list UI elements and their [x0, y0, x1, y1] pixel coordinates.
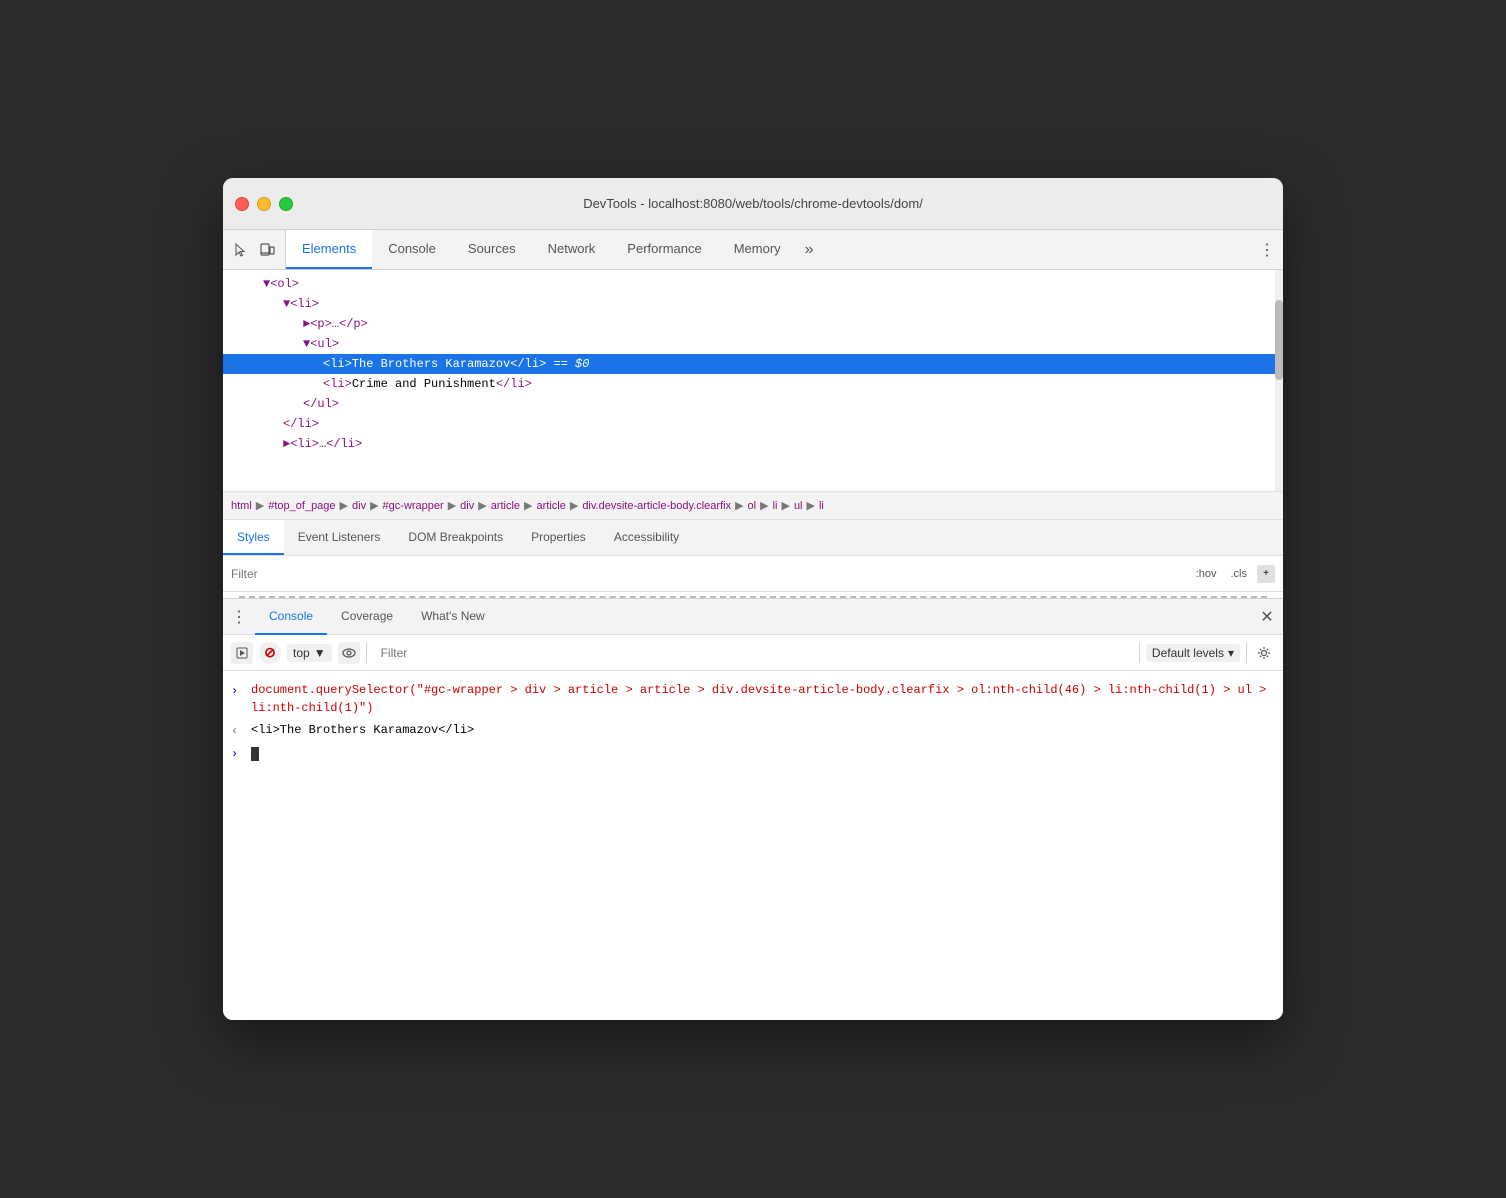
console-panel: ⋮ Console Coverage What's New ✕ [223, 598, 1283, 1020]
bc-gc-wrapper[interactable]: #gc-wrapper [383, 500, 444, 512]
main-toolbar: Elements Console Sources Network Perform… [223, 230, 1283, 270]
filter-bar: :hov .cls + [223, 556, 1283, 592]
console-input-code: document.querySelector("#gc-wrapper > di… [251, 681, 1275, 717]
bc-ul[interactable]: ul [794, 500, 803, 512]
console-entry-input: › document.querySelector("#gc-wrapper > … [223, 679, 1283, 719]
log-levels-button[interactable]: Default levels ▾ [1146, 644, 1240, 662]
tab-console[interactable]: Console [372, 230, 452, 269]
tab-properties[interactable]: Properties [517, 520, 600, 555]
dom-line[interactable]: <li>Crime and Punishment</li> [223, 374, 1283, 394]
console-input-arrow: › [231, 682, 245, 700]
maximize-button[interactable] [279, 197, 293, 211]
console-prompt-arrow: › [231, 745, 245, 763]
console-toolbar: ⋮ Console Coverage What's New ✕ [223, 599, 1283, 635]
dom-line[interactable]: </li> [223, 414, 1283, 434]
clear-console-button[interactable]: ⊘ [259, 642, 281, 664]
tab-network[interactable]: Network [532, 230, 612, 269]
bc-article2[interactable]: article [537, 500, 566, 512]
tab-styles[interactable]: Styles [223, 520, 284, 555]
minimize-button[interactable] [257, 197, 271, 211]
toolbar-icons [223, 230, 286, 269]
console-output-code: <li>The Brothers Karamazov</li> [251, 721, 474, 739]
dom-scrollbar[interactable] [1275, 270, 1283, 491]
console-tab-coverage[interactable]: Coverage [327, 599, 407, 635]
traffic-lights [235, 197, 293, 211]
devtools-panel: Elements Console Sources Network Perform… [223, 230, 1283, 1020]
separator3 [1246, 643, 1247, 663]
styles-filter-input[interactable] [231, 567, 1184, 581]
tab-event-listeners[interactable]: Event Listeners [284, 520, 395, 555]
dom-line[interactable]: ►<p>…</p> [223, 314, 1283, 334]
panel-tabs: Styles Event Listeners DOM Breakpoints P… [223, 520, 1283, 556]
breadcrumb: html ▶ #top_of_page ▶ div ▶ #gc-wrapper … [223, 492, 1283, 520]
dom-tree: ▼<ol> ▼<li> ►<p>…</p> ▼<ul> … <li>The Br [223, 270, 1283, 492]
more-tabs-button[interactable]: » [797, 230, 822, 269]
bc-div2[interactable]: div [460, 500, 474, 512]
titlebar: DevTools - localhost:8080/web/tools/chro… [223, 178, 1283, 230]
devtools-window: DevTools - localhost:8080/web/tools/chro… [223, 178, 1283, 1020]
window-title: DevTools - localhost:8080/web/tools/chro… [583, 196, 923, 211]
tab-accessibility[interactable]: Accessibility [600, 520, 693, 555]
tab-elements[interactable]: Elements [286, 230, 372, 269]
console-close-button[interactable]: ✕ [1251, 599, 1283, 635]
device-icon[interactable] [257, 240, 277, 260]
bc-li1[interactable]: li [773, 500, 778, 512]
separator2 [1139, 643, 1140, 663]
bc-div-clearfix[interactable]: div.devsite-article-body.clearfix [582, 500, 731, 512]
console-prompt[interactable]: › [223, 742, 1283, 765]
console-entry-output: ‹ <li>The Brothers Karamazov</li> [223, 719, 1283, 742]
bc-li2[interactable]: li [819, 500, 824, 512]
bc-ol[interactable]: ol [748, 500, 757, 512]
dom-line[interactable]: ▼<li> [223, 294, 1283, 314]
bc-div1[interactable]: div [352, 500, 366, 512]
dom-scrollbar-thumb[interactable] [1275, 300, 1283, 380]
console-output-arrow: ‹ [231, 722, 245, 740]
hov-button[interactable]: :hov [1192, 566, 1221, 582]
console-settings-button[interactable] [1253, 642, 1275, 664]
bc-top-of-page[interactable]: #top_of_page [268, 500, 335, 512]
execute-button[interactable] [231, 642, 253, 664]
cursor-icon[interactable] [231, 240, 251, 260]
console-tab-whats-new[interactable]: What's New [407, 599, 499, 635]
cls-button[interactable]: .cls [1227, 566, 1252, 582]
eye-button[interactable] [338, 642, 360, 664]
console-filter-input[interactable] [373, 646, 1133, 660]
add-style-button[interactable]: + [1257, 565, 1275, 583]
bc-html[interactable]: html [231, 500, 252, 512]
bc-article1[interactable]: article [491, 500, 520, 512]
dom-line[interactable]: ▼<ol> [223, 274, 1283, 294]
console-menu-button[interactable]: ⋮ [223, 599, 255, 635]
tab-dom-breakpoints[interactable]: DOM Breakpoints [394, 520, 517, 555]
tab-memory[interactable]: Memory [718, 230, 797, 269]
context-selector[interactable]: top ▼ [287, 644, 332, 662]
console-tab-console[interactable]: Console [255, 599, 327, 635]
tab-sources[interactable]: Sources [452, 230, 532, 269]
tab-performance[interactable]: Performance [611, 230, 717, 269]
console-content: › document.querySelector("#gc-wrapper > … [223, 671, 1283, 1020]
dom-line-selected[interactable]: … <li>The Brothers Karamazov</li> == $0 [223, 354, 1283, 374]
separator [366, 643, 367, 663]
devtools-menu-button[interactable]: ⋮ [1251, 230, 1283, 269]
filter-buttons: :hov .cls + [1192, 565, 1275, 583]
dom-line[interactable]: ►<li>…</li> [223, 434, 1283, 454]
toolbar-tabs: Elements Console Sources Network Perform… [286, 230, 1251, 269]
dom-line[interactable]: ▼<ul> [223, 334, 1283, 354]
console-filter-bar: ⊘ top ▼ Default levels ▾ [223, 635, 1283, 671]
console-cursor [251, 747, 259, 761]
dom-line[interactable]: </ul> [223, 394, 1283, 414]
close-button[interactable] [235, 197, 249, 211]
